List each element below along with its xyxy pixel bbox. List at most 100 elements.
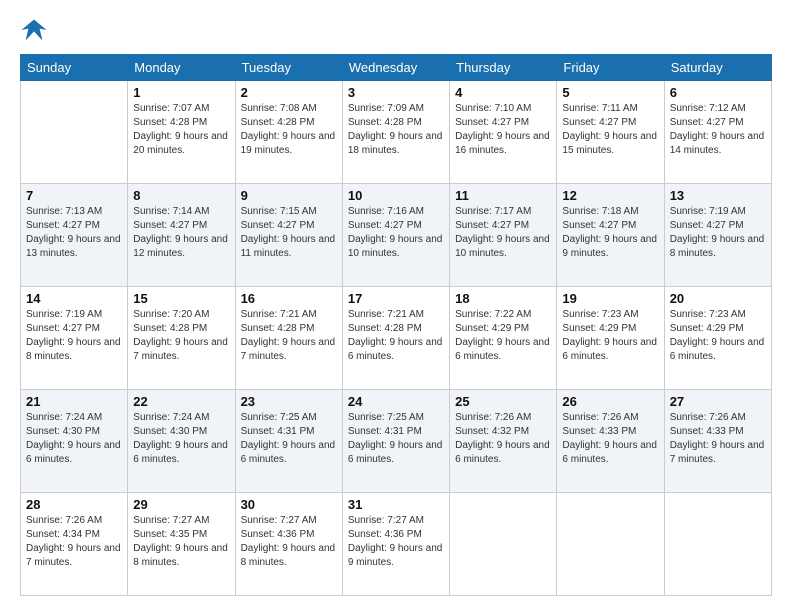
day-number: 14 (26, 291, 122, 306)
day-number: 8 (133, 188, 229, 203)
calendar-cell: 28 Sunrise: 7:26 AM Sunset: 4:34 PM Dayli… (21, 493, 128, 596)
cell-sun-info: Sunrise: 7:23 AM Sunset: 4:29 PM Dayligh… (562, 308, 658, 364)
cell-sun-info: Sunrise: 7:10 AM Sunset: 4:27 PM Dayligh… (455, 102, 551, 158)
day-number: 28 (26, 497, 122, 512)
cell-sun-info: Sunrise: 7:12 AM Sunset: 4:27 PM Dayligh… (670, 102, 766, 158)
calendar-cell: 30 Sunrise: 7:27 AM Sunset: 4:36 PM Dayli… (235, 493, 342, 596)
calendar-cell: 20Sunrise: 7:23 AM Sunset: 4:29 PM Dayli… (664, 287, 771, 390)
cell-sun-info: Sunrise: 7:18 AM Sunset: 4:27 PM Dayligh… (562, 205, 658, 261)
cell-sun-info: Sunrise: 7:27 AM Sunset: 4:36 PM Dayligh… (348, 514, 444, 570)
calendar-week-row: 21 Sunrise: 7:24 AM Sunset: 4:30 PM Dayli… (21, 390, 772, 493)
calendar-cell: 19 Sunrise: 7:23 AM Sunset: 4:29 PM Dayli… (557, 287, 664, 390)
calendar-cell: 2 Sunrise: 7:08 AM Sunset: 4:28 PM Daylig… (235, 81, 342, 184)
cell-sun-info: Sunrise: 7:19 AM Sunset: 4:27 PM Dayligh… (670, 205, 766, 261)
cell-sun-info: Sunrise: 7:15 AM Sunset: 4:27 PM Dayligh… (241, 205, 337, 261)
calendar-cell: 11 Sunrise: 7:17 AM Sunset: 4:27 PM Dayli… (450, 184, 557, 287)
logo (20, 16, 52, 44)
day-number: 23 (241, 394, 337, 409)
calendar-cell: 4 Sunrise: 7:10 AM Sunset: 4:27 PM Daylig… (450, 81, 557, 184)
cell-sun-info: Sunrise: 7:23 AM Sunset: 4:29 PM Dayligh… (670, 308, 766, 364)
day-number: 27 (670, 394, 766, 409)
logo-icon (20, 16, 48, 44)
day-number: 22 (133, 394, 229, 409)
calendar-week-row: 14 Sunrise: 7:19 AM Sunset: 4:27 PM Dayli… (21, 287, 772, 390)
cell-sun-info: Sunrise: 7:21 AM Sunset: 4:28 PM Dayligh… (241, 308, 337, 364)
day-number: 7 (26, 188, 122, 203)
cell-sun-info: Sunrise: 7:17 AM Sunset: 4:27 PM Dayligh… (455, 205, 551, 261)
cell-sun-info: Sunrise: 7:26 AM Sunset: 4:34 PM Dayligh… (26, 514, 122, 570)
cell-sun-info: Sunrise: 7:26 AM Sunset: 4:33 PM Dayligh… (670, 411, 766, 467)
cell-sun-info: Sunrise: 7:09 AM Sunset: 4:28 PM Dayligh… (348, 102, 444, 158)
day-number: 18 (455, 291, 551, 306)
day-number: 13 (670, 188, 766, 203)
weekday-header: Saturday (664, 55, 771, 81)
cell-sun-info: Sunrise: 7:21 AM Sunset: 4:28 PM Dayligh… (348, 308, 444, 364)
calendar-cell: 26 Sunrise: 7:26 AM Sunset: 4:33 PM Dayli… (557, 390, 664, 493)
calendar-cell: 5Sunrise: 7:11 AM Sunset: 4:27 PM Daylig… (557, 81, 664, 184)
cell-sun-info: Sunrise: 7:16 AM Sunset: 4:27 PM Dayligh… (348, 205, 444, 261)
calendar-cell: 22 Sunrise: 7:24 AM Sunset: 4:30 PM Dayli… (128, 390, 235, 493)
day-number: 1 (133, 85, 229, 100)
calendar-week-row: 28 Sunrise: 7:26 AM Sunset: 4:34 PM Dayli… (21, 493, 772, 596)
calendar-cell: 6 Sunrise: 7:12 AM Sunset: 4:27 PM Daylig… (664, 81, 771, 184)
day-number: 4 (455, 85, 551, 100)
calendar-cell: 17 Sunrise: 7:21 AM Sunset: 4:28 PM Dayli… (342, 287, 449, 390)
weekday-header: Sunday (21, 55, 128, 81)
cell-sun-info: Sunrise: 7:27 AM Sunset: 4:36 PM Dayligh… (241, 514, 337, 570)
calendar-cell: 13 Sunrise: 7:19 AM Sunset: 4:27 PM Dayli… (664, 184, 771, 287)
calendar-cell: 16Sunrise: 7:21 AM Sunset: 4:28 PM Dayli… (235, 287, 342, 390)
weekday-header: Monday (128, 55, 235, 81)
calendar-cell (21, 81, 128, 184)
cell-sun-info: Sunrise: 7:24 AM Sunset: 4:30 PM Dayligh… (133, 411, 229, 467)
header (20, 16, 772, 44)
day-number: 29 (133, 497, 229, 512)
cell-sun-info: Sunrise: 7:14 AM Sunset: 4:27 PM Dayligh… (133, 205, 229, 261)
cell-sun-info: Sunrise: 7:25 AM Sunset: 4:31 PM Dayligh… (348, 411, 444, 467)
calendar-cell: 24Sunrise: 7:25 AM Sunset: 4:31 PM Dayli… (342, 390, 449, 493)
day-number: 21 (26, 394, 122, 409)
day-number: 26 (562, 394, 658, 409)
cell-sun-info: Sunrise: 7:07 AM Sunset: 4:28 PM Dayligh… (133, 102, 229, 158)
day-number: 3 (348, 85, 444, 100)
day-number: 6 (670, 85, 766, 100)
cell-sun-info: Sunrise: 7:13 AM Sunset: 4:27 PM Dayligh… (26, 205, 122, 261)
calendar-cell: 31 Sunrise: 7:27 AM Sunset: 4:36 PM Dayli… (342, 493, 449, 596)
calendar-cell: 7 Sunrise: 7:13 AM Sunset: 4:27 PM Daylig… (21, 184, 128, 287)
cell-sun-info: Sunrise: 7:26 AM Sunset: 4:33 PM Dayligh… (562, 411, 658, 467)
day-number: 9 (241, 188, 337, 203)
day-number: 12 (562, 188, 658, 203)
cell-sun-info: Sunrise: 7:24 AM Sunset: 4:30 PM Dayligh… (26, 411, 122, 467)
day-number: 30 (241, 497, 337, 512)
day-number: 10 (348, 188, 444, 203)
day-number: 25 (455, 394, 551, 409)
calendar-cell (664, 493, 771, 596)
weekday-header: Wednesday (342, 55, 449, 81)
weekday-header: Friday (557, 55, 664, 81)
cell-sun-info: Sunrise: 7:27 AM Sunset: 4:35 PM Dayligh… (133, 514, 229, 570)
day-number: 15 (133, 291, 229, 306)
day-number: 19 (562, 291, 658, 306)
calendar-cell (557, 493, 664, 596)
cell-sun-info: Sunrise: 7:25 AM Sunset: 4:31 PM Dayligh… (241, 411, 337, 467)
cell-sun-info: Sunrise: 7:22 AM Sunset: 4:29 PM Dayligh… (455, 308, 551, 364)
calendar-week-row: 7 Sunrise: 7:13 AM Sunset: 4:27 PM Daylig… (21, 184, 772, 287)
calendar-cell: 27 Sunrise: 7:26 AM Sunset: 4:33 PM Dayli… (664, 390, 771, 493)
day-number: 2 (241, 85, 337, 100)
calendar-cell: 10 Sunrise: 7:16 AM Sunset: 4:27 PM Dayli… (342, 184, 449, 287)
day-number: 31 (348, 497, 444, 512)
weekday-header: Thursday (450, 55, 557, 81)
cell-sun-info: Sunrise: 7:19 AM Sunset: 4:27 PM Dayligh… (26, 308, 122, 364)
cell-sun-info: Sunrise: 7:26 AM Sunset: 4:32 PM Dayligh… (455, 411, 551, 467)
calendar-cell: 3 Sunrise: 7:09 AM Sunset: 4:28 PM Daylig… (342, 81, 449, 184)
calendar-cell: 8 Sunrise: 7:14 AM Sunset: 4:27 PM Daylig… (128, 184, 235, 287)
calendar-week-row: 1 Sunrise: 7:07 AM Sunset: 4:28 PM Daylig… (21, 81, 772, 184)
calendar-cell: 25 Sunrise: 7:26 AM Sunset: 4:32 PM Dayli… (450, 390, 557, 493)
day-number: 5 (562, 85, 658, 100)
weekday-header: Tuesday (235, 55, 342, 81)
calendar-cell: 14 Sunrise: 7:19 AM Sunset: 4:27 PM Dayli… (21, 287, 128, 390)
day-number: 11 (455, 188, 551, 203)
calendar-cell: 9 Sunrise: 7:15 AM Sunset: 4:27 PM Daylig… (235, 184, 342, 287)
calendar-cell: 23 Sunrise: 7:25 AM Sunset: 4:31 PM Dayli… (235, 390, 342, 493)
cell-sun-info: Sunrise: 7:08 AM Sunset: 4:28 PM Dayligh… (241, 102, 337, 158)
day-number: 17 (348, 291, 444, 306)
